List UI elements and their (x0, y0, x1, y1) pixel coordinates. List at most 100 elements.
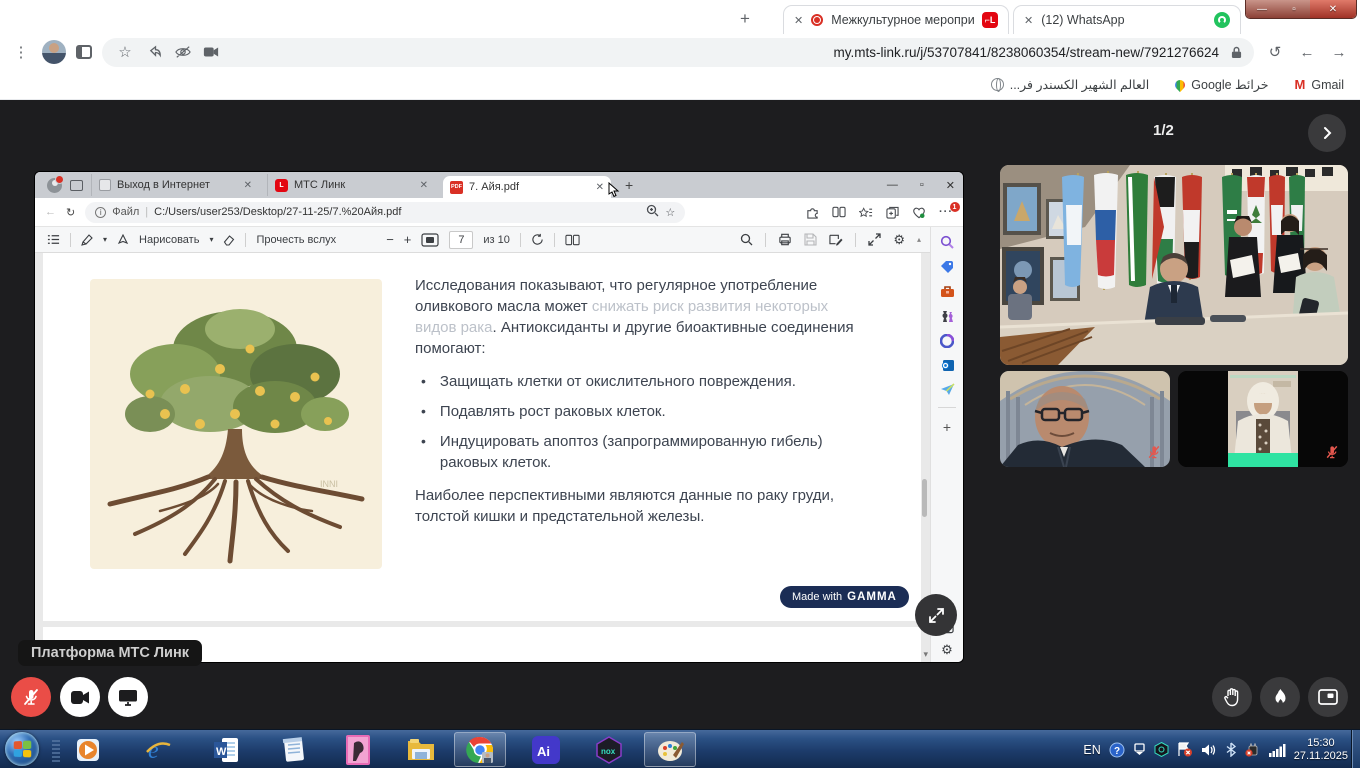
favorites-icon[interactable] (859, 206, 873, 219)
shopping-icon[interactable] (940, 260, 954, 274)
fullscreen-icon[interactable] (868, 233, 881, 246)
taskbar-nox[interactable]: nox (592, 733, 626, 766)
show-desktop-button[interactable] (1351, 730, 1360, 768)
browser-tab-whatsapp[interactable]: ✕ (12) WhatsApp (1013, 5, 1241, 34)
volume-icon[interactable] (1201, 743, 1218, 757)
taskbar-illustrator[interactable]: Ai (529, 733, 563, 766)
back-icon[interactable]: ← (45, 206, 56, 218)
raise-hand-button[interactable] (1212, 677, 1252, 717)
minimize-button[interactable]: — (1246, 0, 1278, 18)
pdf-viewport[interactable]: INNI Исследования показывают, что регуля… (35, 253, 930, 662)
highlighter-icon[interactable] (81, 234, 93, 246)
microphone-muted-button[interactable] (11, 677, 51, 717)
close-button[interactable]: ✕ (946, 179, 955, 192)
address-bar[interactable]: ☆ my.mts-link.ru/j/53707841/8238060354/s… (102, 38, 1254, 67)
expand-share-button[interactable] (915, 594, 957, 636)
camera-indicator-icon[interactable] (203, 46, 219, 58)
url-text[interactable]: my.mts-link.ru/j/53707841/8238060354/str… (834, 45, 1220, 60)
tab-close-icon[interactable]: ✕ (244, 180, 252, 191)
edge-address-bar[interactable]: i Файл | C:/Users/user253/Desktop/27-11-… (85, 202, 685, 223)
bookmark-star-icon[interactable]: ☆ (114, 43, 136, 61)
settings-more-icon[interactable]: ··· (939, 206, 953, 218)
power-icon[interactable] (1244, 742, 1260, 757)
show-hidden-icons[interactable] (1133, 743, 1146, 757)
layout-button[interactable] (1308, 677, 1348, 717)
info-icon[interactable]: i (95, 207, 106, 218)
microsoft-365-icon[interactable] (940, 334, 954, 348)
edge-tab-internet[interactable]: Выход в Интернет ✕ (91, 174, 259, 196)
tab-close-icon[interactable]: ✕ (420, 180, 428, 191)
video-tile-guest[interactable] (1178, 371, 1348, 467)
taskbar-clock[interactable]: 15:30 27.11.2025 (1294, 737, 1348, 763)
collapse-toolbar-icon[interactable]: ▴ (917, 235, 921, 244)
split-screen-icon[interactable] (832, 206, 846, 218)
close-button[interactable]: ✕ (1310, 0, 1356, 18)
eraser-icon[interactable] (223, 234, 235, 246)
restore-button[interactable]: ▫ (920, 179, 924, 191)
video-tile-conference-room[interactable] (1000, 165, 1348, 365)
favorite-star-icon[interactable]: ☆ (665, 206, 675, 219)
minimize-button[interactable]: — (887, 179, 898, 191)
side-panel-icon[interactable] (76, 45, 92, 59)
taskbar-word[interactable]: W (209, 733, 243, 766)
forward-icon[interactable]: → (1328, 44, 1350, 61)
draw-pen-icon[interactable] (117, 234, 129, 246)
zoom-icon[interactable] (646, 204, 659, 220)
edge-profile-icon[interactable] (47, 178, 62, 193)
page-view-icon[interactable] (565, 234, 580, 246)
network-signal-icon[interactable] (1268, 743, 1286, 757)
taskbar-file-explorer[interactable] (404, 733, 438, 766)
tab-actions-icon[interactable] (70, 180, 83, 191)
gear-icon[interactable]: ⚙ (893, 232, 905, 248)
bookmark-item[interactable]: العالم الشهير الكسندر فر... (991, 77, 1150, 92)
taskbar-internet-explorer[interactable]: e (141, 733, 175, 766)
profile-avatar[interactable] (42, 40, 66, 64)
tab-close-icon[interactable]: ✕ (1024, 14, 1033, 27)
scroll-down-icon[interactable]: ▾ (923, 649, 928, 660)
back-icon[interactable]: ← (1296, 44, 1318, 61)
collections-icon[interactable] (886, 206, 899, 219)
taskbar-media-player[interactable] (71, 733, 105, 766)
tools-icon[interactable] (940, 285, 955, 298)
screen-share-button[interactable] (108, 677, 148, 717)
read-aloud-label[interactable]: Прочесть вслух (256, 234, 336, 246)
video-tile-speaker[interactable] (1000, 371, 1170, 467)
page-number-input[interactable]: 7 (449, 231, 473, 249)
share-icon[interactable] (148, 45, 163, 60)
maximize-button[interactable]: ▫ (1278, 0, 1310, 18)
fit-page-icon[interactable] (421, 233, 439, 247)
drop-icon[interactable] (940, 383, 955, 396)
bookmark-item[interactable]: M Gmail (1295, 77, 1345, 92)
rotate-icon[interactable] (531, 233, 544, 246)
taskbar-chrome[interactable] (463, 733, 497, 766)
reload-icon[interactable]: ↻ (66, 206, 75, 219)
gamma-badge[interactable]: Made withGAMMA (780, 586, 909, 608)
zoom-in-icon[interactable]: + (404, 232, 412, 247)
eye-off-icon[interactable] (175, 45, 191, 59)
language-indicator[interactable]: EN (1083, 743, 1100, 757)
edge-new-tab-button[interactable]: + (625, 177, 633, 193)
zoom-out-icon[interactable]: − (386, 232, 394, 247)
bluetooth-icon[interactable] (1226, 742, 1236, 757)
reactions-button[interactable] (1260, 677, 1300, 717)
sidebar-add-icon[interactable]: + (943, 419, 951, 435)
tab-close-icon[interactable]: ✕ (794, 14, 803, 27)
start-button[interactable] (5, 732, 39, 766)
chevron-down-icon[interactable]: ▾ (103, 235, 107, 244)
new-tab-button[interactable]: + (733, 7, 757, 31)
menu-icon[interactable]: ⋮ (10, 43, 32, 61)
browser-tab-meeting[interactable]: ✕ Межкультурное мероприят ⌐L (783, 5, 1009, 34)
action-center-flag-icon[interactable] (1177, 742, 1193, 757)
browser-essentials-icon[interactable] (912, 206, 926, 219)
bookmark-item[interactable]: خرائط Google (1175, 77, 1268, 92)
toc-icon[interactable] (47, 234, 60, 245)
print-icon[interactable] (778, 233, 792, 246)
sidebar-gear-icon[interactable]: ⚙ (941, 642, 953, 658)
sidebar-search-icon[interactable] (940, 235, 954, 249)
tab-close-icon[interactable]: ✕ (596, 182, 604, 193)
outlook-icon[interactable] (940, 359, 955, 372)
games-icon[interactable] (940, 309, 954, 323)
draw-label[interactable]: Нарисовать (139, 234, 199, 246)
edge-tab-pdf[interactable]: PDF 7. Айя.pdf ✕ (443, 176, 611, 198)
camera-button[interactable] (60, 677, 100, 717)
